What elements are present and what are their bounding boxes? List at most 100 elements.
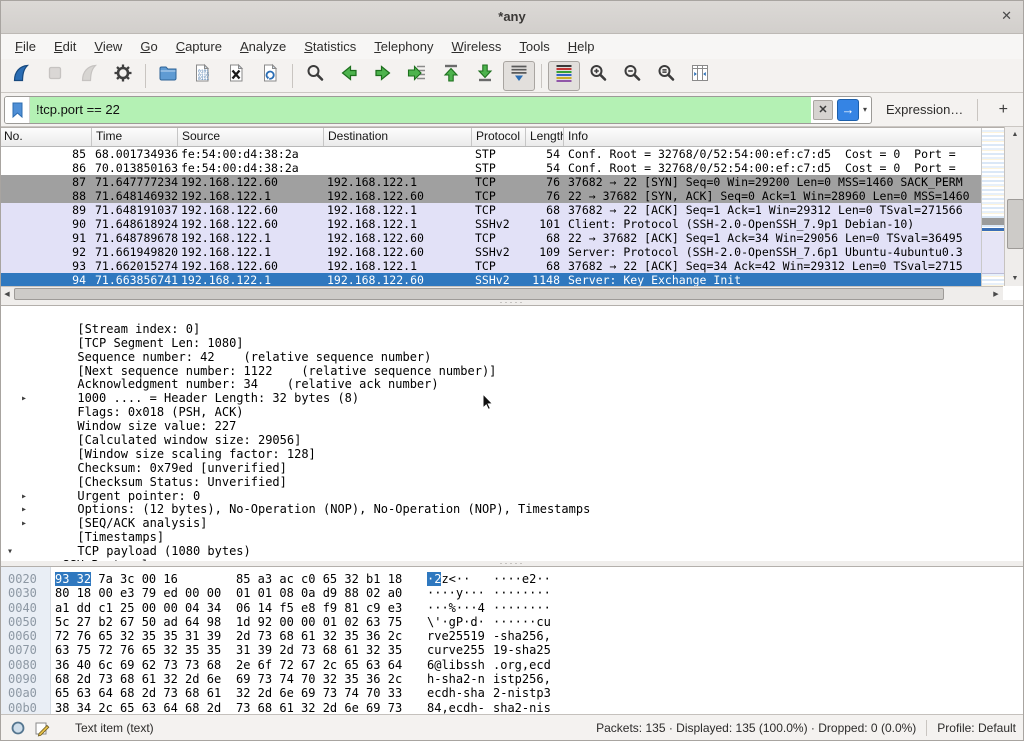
- restart-capture-button[interactable]: [73, 61, 105, 91]
- detail-line[interactable]: [Checksum Status: Unverified]: [0, 462, 1024, 476]
- detail-line[interactable]: [TCP Segment Len: 1080]: [0, 323, 1024, 337]
- zoom-in-button[interactable]: [582, 61, 614, 91]
- column-header[interactable]: Info: [564, 128, 1024, 146]
- capture-comment-button[interactable]: [34, 720, 51, 737]
- packet-row[interactable]: 89 71.648191037 192.168.122.60 192.168.1…: [0, 203, 981, 217]
- hex-row[interactable]: 00505c 27 b2 67 50 ad 64 981d 92 00 00 0…: [0, 615, 1024, 629]
- packet-row[interactable]: 88 71.648146932 192.168.122.1 192.168.12…: [0, 189, 981, 203]
- add-filter-button[interactable]: +: [992, 101, 1014, 119]
- menu-item[interactable]: Tools: [510, 36, 558, 57]
- expand-arrow-icon[interactable]: ▾: [7, 545, 13, 559]
- hex-row[interactable]: 007063 75 72 76 65 32 35 3531 39 2d 73 6…: [0, 643, 1024, 657]
- menu-item[interactable]: Go: [131, 36, 166, 57]
- expand-arrow-icon[interactable]: ▸: [21, 490, 27, 504]
- detail-line[interactable]: Acknowledgment number: 34 (relative ack …: [0, 365, 1024, 379]
- menu-item[interactable]: Wireless: [443, 36, 511, 57]
- packet-row[interactable]: 86 70.013850163 fe:54:00:d4:38:2a STP 54…: [0, 161, 981, 175]
- expand-arrow-icon[interactable]: ▸: [21, 503, 27, 517]
- expression-button[interactable]: Expression…: [886, 102, 963, 117]
- expert-info-button[interactable]: [10, 720, 26, 736]
- detail-line[interactable]: Window size value: 227: [0, 406, 1024, 420]
- packet-row[interactable]: 93 71.662015274 192.168.122.60 192.168.1…: [0, 259, 981, 273]
- display-filter-input[interactable]: !tcp.port == 22: [30, 97, 811, 123]
- go-to-top-button[interactable]: [435, 61, 467, 91]
- scroll-up-arrow-icon[interactable]: ▲: [1005, 127, 1024, 142]
- filter-dropdown-caret[interactable]: ▾: [863, 105, 867, 114]
- hex-row[interactable]: 008036 40 6c 69 62 73 73 682e 6f 72 67 2…: [0, 658, 1024, 672]
- zoom-reset-button[interactable]: [650, 61, 682, 91]
- packet-row[interactable]: 91 71.648789678 192.168.122.1 192.168.12…: [0, 231, 981, 245]
- hex-row[interactable]: 006072 76 65 32 35 35 31 392d 73 68 61 3…: [0, 629, 1024, 643]
- column-header[interactable]: Length: [526, 128, 564, 146]
- reload-file-button[interactable]: [254, 61, 286, 91]
- go-to-packet-button[interactable]: [401, 61, 433, 91]
- packet-row[interactable]: 87 71.647777234 192.168.122.60 192.168.1…: [0, 175, 981, 189]
- scroll-down-arrow-icon[interactable]: ▼: [1005, 271, 1024, 286]
- menu-item[interactable]: Telephony: [365, 36, 442, 57]
- menu-item[interactable]: Capture: [167, 36, 231, 57]
- hex-row[interactable]: 0020c0 a8 7a 3c 00 16 93 3285 a3 ac c0 6…: [0, 572, 1024, 586]
- vscroll-thumb[interactable]: [1007, 199, 1024, 249]
- detail-line[interactable]: Urgent pointer: 0: [0, 476, 1024, 490]
- hex-row[interactable]: 003080 18 00 e3 79 ed 00 0001 01 08 0a d…: [0, 586, 1024, 600]
- column-header[interactable]: No.: [0, 128, 92, 146]
- detail-line[interactable]: [Next sequence number: 1122 (relative se…: [0, 351, 1024, 365]
- detail-line[interactable]: 1000 .... = Header Length: 32 bytes (8): [0, 378, 1024, 392]
- open-file-button[interactable]: [152, 61, 184, 91]
- hex-row[interactable]: 00b038 34 2c 65 63 64 68 2d73 68 61 32 2…: [0, 701, 1024, 714]
- stop-capture-button[interactable]: [39, 61, 71, 91]
- go-forward-button[interactable]: [367, 61, 399, 91]
- detail-line[interactable]: [Calculated window size: 29056]: [0, 420, 1024, 434]
- scroll-right-arrow-icon[interactable]: ▶: [989, 287, 1003, 300]
- hex-row[interactable]: 0040a1 dd c1 25 00 00 04 3406 14 f5 e8 f…: [0, 601, 1024, 615]
- detail-line[interactable]: ▾SSH Protocol: [0, 545, 1024, 559]
- detail-line[interactable]: ▸Flags: 0x018 (PSH, ACK): [0, 392, 1024, 406]
- detail-line[interactable]: ▸Options: (12 bytes), No-Operation (NOP)…: [0, 490, 1024, 504]
- column-header[interactable]: Time: [92, 128, 178, 146]
- detail-line[interactable]: ▸[SEQ/ACK analysis]: [0, 503, 1024, 517]
- column-header[interactable]: Protocol: [472, 128, 526, 146]
- hex-row[interactable]: 009068 2d 73 68 61 32 2d 6e69 73 74 70 3…: [0, 672, 1024, 686]
- column-header[interactable]: Source: [178, 128, 324, 146]
- close-window-button[interactable]: ✕: [1001, 8, 1012, 24]
- menu-item[interactable]: File: [6, 36, 45, 57]
- packet-row[interactable]: 94 71.663856741 192.168.122.1 192.168.12…: [0, 273, 981, 287]
- find-packet-button[interactable]: [299, 61, 331, 91]
- go-to-bottom-button[interactable]: [469, 61, 501, 91]
- zoom-out-button[interactable]: [616, 61, 648, 91]
- expand-arrow-icon[interactable]: ▸: [21, 392, 27, 406]
- detail-line[interactable]: TCP payload (1080 bytes): [0, 531, 1024, 545]
- hscroll-thumb[interactable]: [14, 288, 944, 300]
- packet-row[interactable]: 85 68.001734936 fe:54:00:d4:38:2a STP 54…: [0, 147, 981, 161]
- close-file-button[interactable]: [220, 61, 252, 91]
- packet-row[interactable]: 92 71.661949820 192.168.122.1 192.168.12…: [0, 245, 981, 259]
- colorize-packets-button[interactable]: [548, 61, 580, 91]
- auto-scroll-button[interactable]: [503, 61, 535, 91]
- menu-item[interactable]: Analyze: [231, 36, 295, 57]
- menu-item[interactable]: Help: [559, 36, 604, 57]
- column-header[interactable]: Destination: [324, 128, 472, 146]
- detail-line[interactable]: Sequence number: 42 (relative sequence n…: [0, 337, 1024, 351]
- menu-item[interactable]: Statistics: [295, 36, 365, 57]
- detail-line[interactable]: [Window size scaling factor: 128]: [0, 434, 1024, 448]
- expand-arrow-icon[interactable]: ▸: [21, 517, 27, 531]
- scroll-left-arrow-icon[interactable]: ◀: [0, 287, 14, 300]
- detail-line[interactable]: Checksum: 0x79ed [unverified]: [0, 448, 1024, 462]
- status-profile[interactable]: Profile: Default: [937, 721, 1016, 735]
- save-file-button[interactable]: 010101100111: [186, 61, 218, 91]
- detail-line[interactable]: ▸[Timestamps]: [0, 517, 1024, 531]
- menu-item[interactable]: Edit: [45, 36, 85, 57]
- packet-list-minimap[interactable]: [981, 128, 1005, 286]
- filter-bookmark-button[interactable]: [5, 97, 30, 123]
- filter-clear-button[interactable]: ✕: [813, 100, 833, 120]
- packet-list-vscrollbar[interactable]: ▲ ▼: [1004, 127, 1024, 286]
- packet-row[interactable]: 90 71.648618924 192.168.122.60 192.168.1…: [0, 217, 981, 231]
- start-capture-button[interactable]: [5, 61, 37, 91]
- detail-line[interactable]: [Stream index: 0]: [0, 309, 1024, 323]
- filter-apply-button[interactable]: →: [837, 99, 859, 121]
- capture-options-button[interactable]: [107, 61, 139, 91]
- resize-columns-button[interactable]: [684, 61, 716, 91]
- hex-row[interactable]: 00a065 63 64 68 2d 73 68 6132 2d 6e 69 7…: [0, 686, 1024, 700]
- menu-item[interactable]: View: [85, 36, 131, 57]
- go-back-button[interactable]: [333, 61, 365, 91]
